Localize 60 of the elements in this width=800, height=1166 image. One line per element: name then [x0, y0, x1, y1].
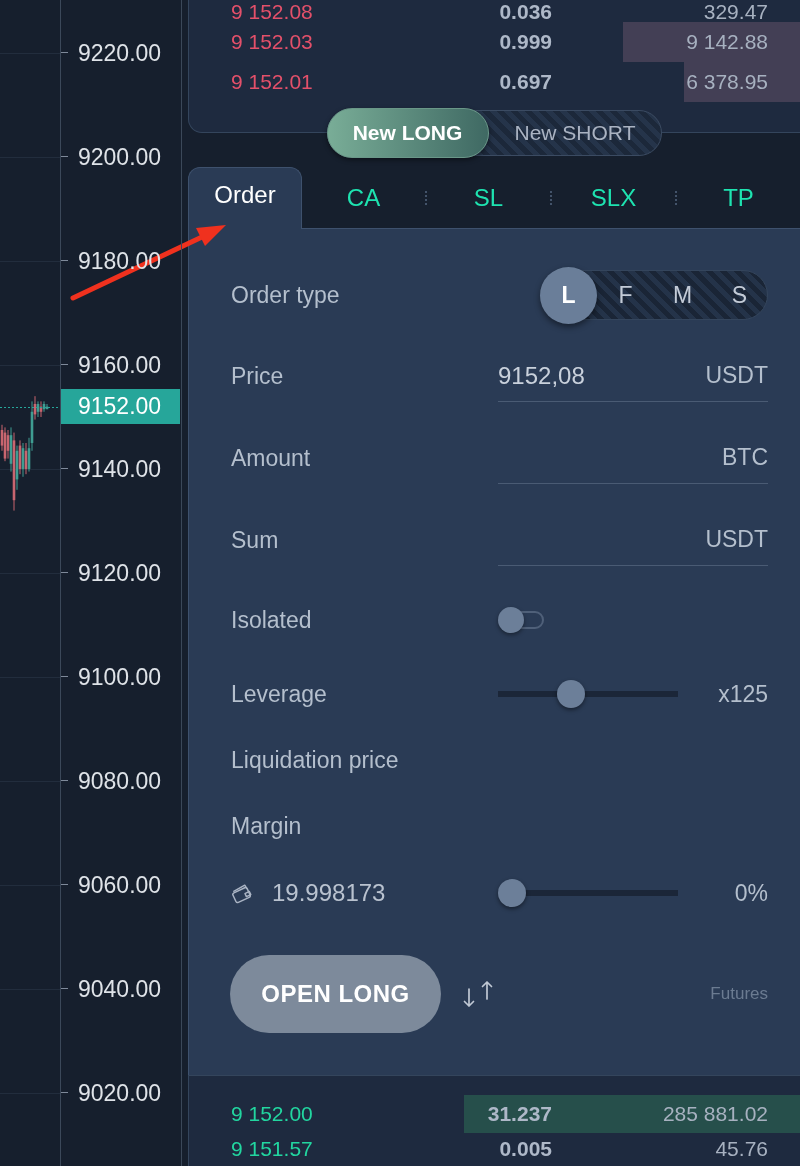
axis-label: 9100.00: [78, 664, 162, 690]
wallet-icon: [231, 882, 253, 904]
axis-label: 9080.00: [78, 768, 162, 794]
order-total: 285 881.02: [662, 1102, 768, 1126]
ask-price[interactable]: 9 152.08: [231, 0, 313, 24]
leverage-value: x125: [718, 680, 768, 708]
order-amount: 0.036: [499, 0, 552, 24]
order-type-option[interactable]: S: [711, 266, 768, 324]
tab[interactable]: SL: [427, 167, 550, 228]
order-amount: 0.005: [499, 1137, 552, 1161]
axis-label: 9060.00: [78, 872, 162, 898]
ask-price[interactable]: 9 152.01: [231, 70, 313, 94]
input-field[interactable]: BTC: [498, 432, 768, 484]
slider-thumb[interactable]: [498, 879, 526, 907]
tab[interactable]: CA: [302, 167, 425, 228]
axis-label: 9200.00: [78, 144, 162, 170]
field-label: Order type: [231, 281, 340, 309]
market-label: Futures: [710, 984, 768, 1004]
order-amount: 31.237: [487, 1102, 552, 1126]
axis-label: 9120.00: [78, 560, 162, 586]
tab[interactable]: TP: [677, 167, 800, 228]
field-label: Amount: [231, 444, 311, 472]
side-option[interactable]: New SHORT: [488, 108, 662, 158]
field-label: Isolated: [231, 606, 312, 634]
field-label: Sum: [231, 526, 279, 554]
order-type-option[interactable]: M: [654, 266, 711, 324]
order-type-option[interactable]: F: [597, 266, 654, 324]
axis-label: 9140.00: [78, 456, 162, 482]
slider-thumb[interactable]: [557, 680, 586, 708]
field-label: Liquidation price: [231, 746, 399, 774]
field-label: Price: [231, 362, 284, 390]
axis-label: 9220.00: [78, 40, 162, 66]
axis-label: 9040.00: [78, 976, 162, 1002]
order-amount: 0.999: [499, 30, 552, 54]
tab[interactable]: SLX: [552, 167, 675, 228]
ask-price[interactable]: 9 152.03: [231, 30, 313, 54]
order-total: 329.47: [703, 0, 768, 24]
field-label: Margin: [231, 812, 302, 840]
tab[interactable]: Order: [188, 167, 302, 229]
axis-label: 9020.00: [78, 1080, 162, 1106]
order-type-option[interactable]: L: [540, 266, 597, 324]
order-total: 6 378.95: [686, 70, 768, 94]
order-total: 9 142.88: [686, 30, 768, 54]
axis-label: 9160.00: [78, 352, 162, 378]
open-long-button[interactable]: OPEN LONG: [230, 955, 441, 1033]
side-option[interactable]: New LONG: [326, 108, 489, 158]
input-field[interactable]: 9152,08 USDT: [498, 350, 768, 402]
field-label: Leverage: [231, 680, 327, 708]
price-line: [0, 407, 60, 408]
margin-percent: 0%: [734, 879, 768, 907]
order-amount: 0.697: [499, 70, 552, 94]
toggle-switch[interactable]: [498, 607, 544, 633]
order-total: 45.76: [715, 1137, 768, 1161]
side-toggle[interactable]: New LONG New SHORT: [326, 108, 662, 158]
balance-amount: 19.998173: [272, 879, 386, 907]
bid-price[interactable]: 9 152.00: [231, 1102, 313, 1126]
bid-price[interactable]: 9 151.57: [231, 1137, 313, 1161]
order-type-switch[interactable]: L F M S: [540, 266, 768, 324]
current-price-label: 9152.00: [61, 388, 180, 424]
input-field[interactable]: USDT: [498, 514, 768, 566]
